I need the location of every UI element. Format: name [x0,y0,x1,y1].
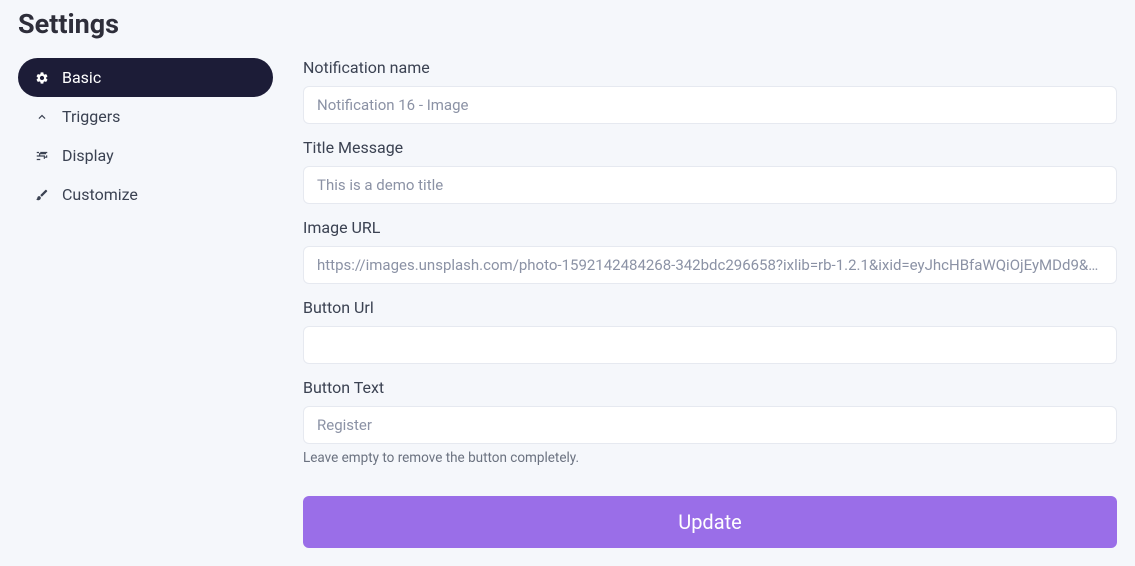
sidebar-item-label: Basic [62,68,101,87]
notification-name-input[interactable] [303,86,1117,124]
settings-form: Notification name Title Message Image UR… [303,58,1117,548]
update-button[interactable]: Update [303,496,1117,548]
sidebar-item-label: Triggers [62,107,120,126]
page-title: Settings [18,8,1117,40]
sidebar-item-display[interactable]: Display [18,136,273,175]
brush-icon [35,188,49,202]
gear-icon [35,71,49,85]
button-url-input[interactable] [303,326,1117,364]
sliders-icon [35,149,49,163]
sidebar-item-customize[interactable]: Customize [18,175,273,214]
sidebar-item-label: Display [62,146,114,165]
button-text-input[interactable] [303,406,1117,444]
button-text-help: Leave empty to remove the button complet… [303,450,1117,466]
sidebar-item-basic[interactable]: Basic [18,58,273,97]
title-message-input[interactable] [303,166,1117,204]
button-url-label: Button Url [303,298,1117,317]
notification-name-label: Notification name [303,58,1117,77]
button-text-label: Button Text [303,378,1117,397]
sidebar-item-label: Customize [62,185,138,204]
sidebar-item-triggers[interactable]: Triggers [18,97,273,136]
chevron-up-icon [35,110,49,124]
title-message-label: Title Message [303,138,1117,157]
settings-sidebar: Basic Triggers Display Customize [18,58,273,548]
image-url-label: Image URL [303,218,1117,237]
image-url-input[interactable] [303,246,1117,284]
